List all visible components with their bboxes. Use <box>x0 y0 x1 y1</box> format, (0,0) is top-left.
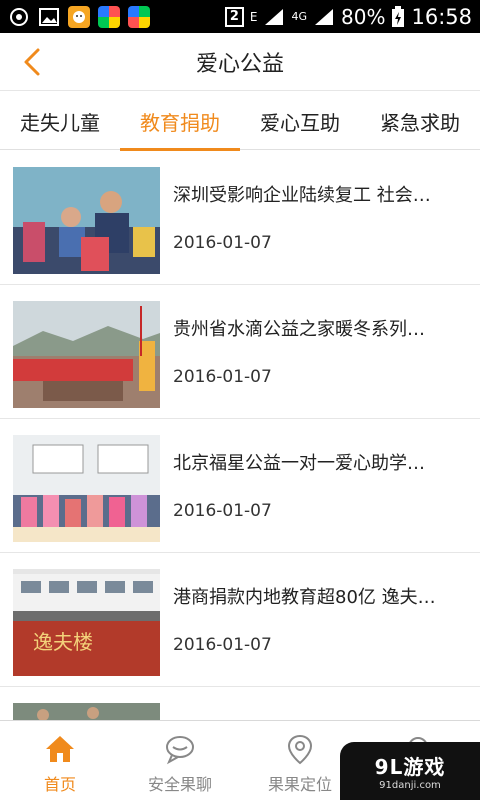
list-item[interactable]: 北京福星公益一对一爱心助学… 2016-01-07 <box>0 419 480 553</box>
list-item[interactable]: 深圳受影响企业陆续复工 社会… 2016-01-07 <box>0 151 480 285</box>
chat-bubble-icon <box>166 736 194 765</box>
list-item[interactable]: 贵州省水滴公益之家暖冬系列… 2016-01-07 <box>0 285 480 419</box>
watermark-sub: 91danji.com <box>379 780 441 791</box>
article-thumbnail <box>13 703 160 720</box>
battery-charging-icon <box>392 5 405 27</box>
sync-icon <box>10 7 28 26</box>
article-title: 贵州省水滴公益之家暖冬系列… <box>173 319 425 340</box>
article-title: 北京福星公益一对一爱心助学… <box>173 453 425 474</box>
app-icon-game-a <box>98 5 120 28</box>
article-list[interactable]: 深圳受影响企业陆续复工 社会… 2016-01-07 贵州省水滴公益之家暖冬系列… <box>0 151 480 720</box>
status-right: 2 E 4G 80% 16:58 <box>224 4 472 29</box>
back-button[interactable] <box>14 43 50 81</box>
app-icon-cat <box>68 5 90 28</box>
watermark-logo: 9L游戏 91danji.com <box>340 742 480 800</box>
article-date: 2016-01-07 <box>173 233 272 253</box>
clock: 16:58 <box>411 4 472 29</box>
nav-label: 果果定位 <box>267 775 332 794</box>
page-title: 爱心公益 <box>195 51 284 77</box>
svg-text:逸夫楼: 逸夫楼 <box>33 630 93 654</box>
signal-icon-2 <box>315 8 334 25</box>
app-header: 爱心公益 <box>0 33 480 91</box>
sim-slot-badge: 2 <box>224 6 244 27</box>
article-thumbnail <box>13 301 160 408</box>
nav-safe-chat[interactable]: 安全果聊 <box>120 721 240 801</box>
network-type-e: E <box>249 9 258 24</box>
article-title: 港商捐款内地教育超80亿 逸夫… <box>173 587 436 608</box>
tab-emergency-help[interactable]: 紧急求助 <box>360 92 480 150</box>
network-type-4g: 4G <box>291 10 308 23</box>
category-tabs: 走失儿童 教育捐助 爱心互助 紧急求助 <box>0 92 480 151</box>
chevron-left-icon <box>24 48 40 76</box>
location-pin-icon <box>287 734 313 765</box>
status-left-icons <box>8 5 150 28</box>
article-title: 深圳受影响企业陆续复工 社会… <box>173 185 431 206</box>
tab-missing-children[interactable]: 走失儿童 <box>0 92 120 150</box>
home-icon <box>46 736 74 762</box>
article-thumbnail <box>13 435 160 542</box>
battery-percent: 80% <box>341 4 386 29</box>
nav-label: 首页 <box>43 775 76 794</box>
article-date: 2016-01-07 <box>173 367 272 387</box>
article-thumbnail: 逸夫楼 <box>13 569 160 676</box>
nav-home[interactable]: 首页 <box>0 721 120 801</box>
article-thumbnail <box>13 167 160 274</box>
signal-icon <box>265 8 284 25</box>
article-date: 2016-01-07 <box>173 635 272 655</box>
tab-mutual-aid[interactable]: 爱心互助 <box>240 92 360 150</box>
watermark-main: 9L游戏 <box>374 755 446 779</box>
tab-education-donation[interactable]: 教育捐助 <box>120 92 240 151</box>
image-icon <box>39 7 59 26</box>
status-bar: 2 E 4G 80% 16:58 <box>0 0 480 33</box>
list-item[interactable]: 逸夫楼 港商捐款内地教育超80亿 逸夫… 2016-01-07 <box>0 553 480 687</box>
list-item[interactable] <box>0 687 480 720</box>
nav-label: 安全果聊 <box>147 775 212 794</box>
app-icon-game-b <box>128 5 150 28</box>
article-date: 2016-01-07 <box>173 501 272 521</box>
